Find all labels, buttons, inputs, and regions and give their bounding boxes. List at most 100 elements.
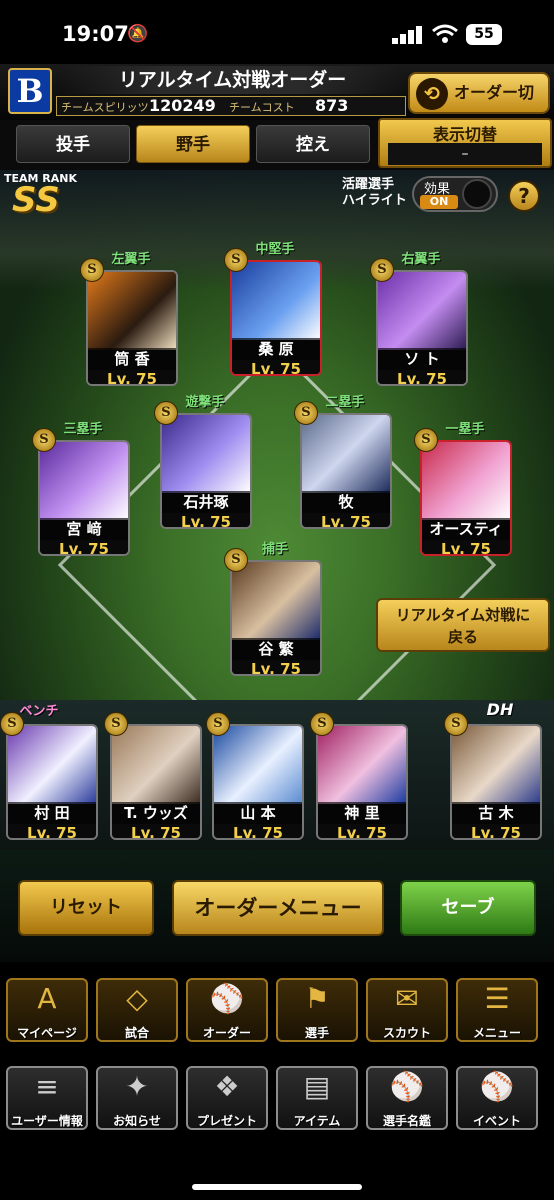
nav-row2-item[interactable]: ❖ プレゼント — [186, 1066, 268, 1130]
player-name: ソ ト — [378, 348, 466, 370]
tab-pitchers[interactable]: 投手 — [16, 125, 130, 163]
player-photo — [302, 415, 390, 493]
nav-label: お知らせ — [113, 1114, 161, 1128]
player-name: 谷 繁 — [232, 638, 320, 660]
highlight-label: 活躍選手 ハイライト — [342, 177, 407, 209]
cellular-signal-icon — [392, 26, 422, 44]
nav-row1-item[interactable]: ⚾ オーダー — [186, 978, 268, 1042]
bench-player-card[interactable]: 村 田 Lv. 75 — [6, 724, 98, 840]
nav-icon: ▤ — [303, 1070, 331, 1103]
nav-row1-item[interactable]: ⚑ 選手 — [276, 978, 358, 1042]
player-level: Lv. 75 — [162, 513, 250, 527]
nav-icon: ⚑ — [304, 982, 330, 1015]
player-name: 石井琢 — [162, 491, 250, 513]
nav-row2-item[interactable]: ▤ アイテム — [276, 1066, 358, 1130]
field-player-card[interactable]: ソ ト Lv. 75 — [376, 270, 468, 386]
bench-player-card[interactable]: 古 木 Lv. 75 — [450, 724, 542, 840]
bench-player-card[interactable]: T. ウッズ Lv. 75 — [110, 724, 202, 840]
help-button[interactable]: ? — [508, 180, 540, 212]
field-player-card[interactable]: 谷 繁 Lv. 75 — [230, 560, 322, 676]
clock: 19:07 — [62, 22, 129, 46]
s-rank-badge-icon: S — [224, 248, 248, 272]
s-rank-badge-icon: S — [104, 712, 128, 736]
battery-indicator: 55 — [466, 24, 502, 45]
player-level: Lv. 75 — [232, 660, 320, 674]
nav-row1-item[interactable]: ✉ スカウト — [366, 978, 448, 1042]
nav-row1-item[interactable]: ◇ 試合 — [96, 978, 178, 1042]
player-level: Lv. 75 — [232, 360, 320, 374]
team-rank-value: SS — [12, 180, 60, 220]
player-photo — [112, 726, 200, 804]
player-photo — [422, 442, 510, 520]
player-level: Lv. 75 — [112, 824, 200, 838]
nav-label: イベント — [472, 1114, 521, 1128]
player-photo — [214, 726, 302, 804]
nav-icon: ⚾ — [479, 1070, 515, 1103]
player-level: Lv. 75 — [88, 370, 176, 384]
player-photo — [378, 272, 466, 350]
player-name: 桑 原 — [232, 338, 320, 360]
player-name: 古 木 — [452, 802, 540, 824]
player-level: Lv. 75 — [452, 824, 540, 838]
player-photo — [452, 726, 540, 804]
player-name: 筒 香 — [88, 348, 176, 370]
player-name: 村 田 — [8, 802, 96, 824]
nav-icon: A — [37, 982, 57, 1015]
player-level: Lv. 75 — [422, 540, 510, 554]
order-menu-button[interactable]: オーダーメニュー — [172, 880, 384, 936]
nav-row2-item[interactable]: ≡ ユーザー情報 — [6, 1066, 88, 1130]
s-rank-badge-icon: S — [154, 401, 178, 425]
field-player-card[interactable]: オースティン Lv. 75 — [420, 440, 512, 556]
silent-bell-icon: 🔕 — [127, 24, 149, 44]
nav-label: スカウト — [382, 1026, 431, 1040]
team-cost-label: チームコスト — [229, 101, 295, 114]
s-rank-badge-icon: S — [80, 258, 104, 282]
swap-arrows-icon: ⟲ — [416, 78, 448, 110]
highlight-line1: 活躍選手 — [342, 177, 395, 192]
tab-fielders[interactable]: 野手 — [136, 125, 250, 163]
player-level: Lv. 75 — [318, 824, 406, 838]
player-photo — [40, 442, 128, 520]
highlight-line2: ハイライト — [342, 193, 407, 208]
field-player-card[interactable]: 筒 香 Lv. 75 — [86, 270, 178, 386]
nav-label: プレゼント — [196, 1114, 257, 1128]
page-title: リアルタイム対戦オーダー — [60, 66, 405, 94]
display-switch-value: – — [388, 143, 542, 165]
field-player-card[interactable]: 桑 原 Lv. 75 — [230, 260, 322, 376]
return-line1: リアルタイム対戦に — [395, 606, 531, 624]
player-name: 神 里 — [318, 802, 406, 824]
field-player-card[interactable]: 宮 﨑 Lv. 75 — [38, 440, 130, 556]
nav-label: ユーザー情報 — [11, 1114, 83, 1128]
player-level: Lv. 75 — [214, 824, 302, 838]
player-name: オースティン — [422, 518, 510, 554]
player-photo — [88, 272, 176, 350]
s-rank-badge-icon: S — [414, 428, 438, 452]
nav-row1-item[interactable]: ☰ メニュー — [456, 978, 538, 1042]
nav-icon: ☰ — [484, 982, 510, 1015]
s-rank-badge-icon: S — [444, 712, 468, 736]
s-rank-badge-icon: S — [0, 712, 24, 736]
nav-row2-item[interactable]: ✦ お知らせ — [96, 1066, 178, 1130]
field-player-card[interactable]: 石井琢 Lv. 75 — [160, 413, 252, 529]
nav-row2-item[interactable]: ⚾ イベント — [456, 1066, 538, 1130]
player-photo — [232, 262, 320, 340]
nav-icon: ◇ — [126, 982, 148, 1015]
reset-button[interactable]: リセット — [18, 880, 154, 936]
bench-player-card[interactable]: 山 本 Lv. 75 — [212, 724, 304, 840]
nav-label: メニュー — [472, 1026, 521, 1040]
effect-state: ON — [420, 195, 458, 209]
s-rank-badge-icon: S — [294, 401, 318, 425]
display-switch-label: 表示切替 — [432, 125, 497, 144]
bench-player-card[interactable]: 神 里 Lv. 75 — [316, 724, 408, 840]
nav-label: 選手名鑑 — [382, 1114, 431, 1128]
return-to-realtime-button[interactable]: リアルタイム対戦に 戻る — [376, 598, 550, 652]
save-button[interactable]: セーブ — [400, 880, 536, 936]
nav-row1-item[interactable]: A マイページ — [6, 978, 88, 1042]
field-player-card[interactable]: 牧 Lv. 75 — [300, 413, 392, 529]
tab-reserves[interactable]: 控え — [256, 125, 370, 163]
s-rank-badge-icon: S — [32, 428, 56, 452]
nav-row2-item[interactable]: ⚾ 選手名鑑 — [366, 1066, 448, 1130]
player-name: 山 本 — [214, 802, 302, 824]
player-photo — [162, 415, 250, 493]
order-switch-button[interactable]: ⟲ オーダー切替 — [408, 72, 550, 140]
